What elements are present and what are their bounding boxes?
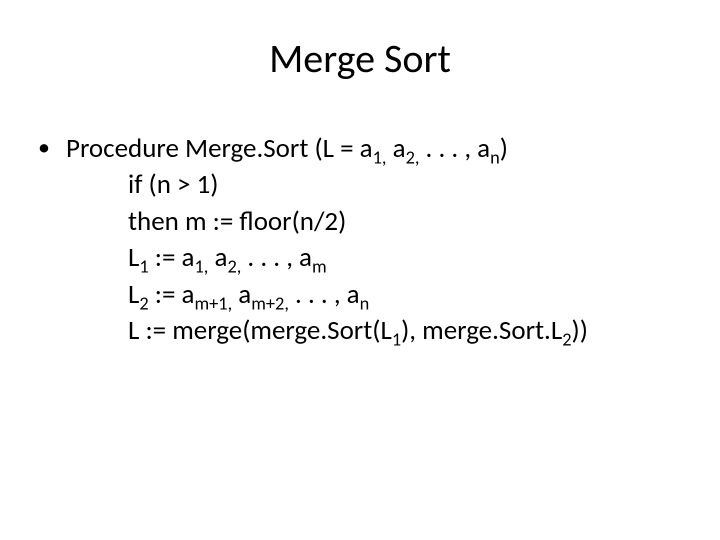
text: ), merge.Sort.L: [401, 314, 562, 347]
text: . . . , a: [241, 241, 312, 274]
slide-body: • Procedure Merge.Sort (L = a1, a2, . . …: [38, 131, 682, 350]
code-line-l1: L1 := a1, a2, . . . , am: [128, 240, 682, 276]
subscript: m+1,: [195, 292, 233, 314]
subscript: n: [360, 292, 370, 314]
text: Procedure Merge.Sort (L = a: [66, 132, 373, 165]
code-line-l2: L2 := am+1, am+2, . . . , an: [128, 277, 682, 313]
subscript: 2,: [406, 146, 420, 168]
code-line-merge: L := merge(merge.Sort(L1), merge.Sort.L2…: [128, 313, 682, 349]
bullet-item: • Procedure Merge.Sort (L = a1, a2, . . …: [38, 131, 682, 167]
procedure-signature: Procedure Merge.Sort (L = a1, a2, . . . …: [66, 131, 682, 167]
text: ): [500, 132, 508, 165]
slide-title: Merge Sort: [38, 34, 682, 83]
subscript: 1: [392, 329, 401, 351]
text: . . . , a: [419, 132, 490, 165]
text: := a: [149, 241, 195, 274]
subscript: 2: [562, 329, 571, 351]
bullet-marker: •: [38, 131, 66, 166]
subscript: m+2,: [251, 292, 289, 314]
text: a: [232, 278, 251, 311]
subscript: m: [312, 256, 327, 278]
subscript: 1,: [373, 146, 387, 168]
text: )): [572, 314, 588, 347]
code-line-then: then m := floor(n/2): [128, 204, 682, 240]
text: a: [208, 241, 227, 274]
subscript: 1: [139, 256, 148, 278]
text: L: [128, 241, 139, 274]
subscript: 2,: [227, 256, 241, 278]
subscript: 2: [139, 292, 148, 314]
text: . . . , a: [289, 278, 360, 311]
subscript: n: [490, 146, 500, 168]
text: L: [128, 278, 139, 311]
subscript: 1,: [195, 256, 209, 278]
text: := a: [149, 278, 195, 311]
code-line-if: if (n > 1): [128, 167, 682, 203]
slide: Merge Sort • Procedure Merge.Sort (L = a…: [0, 0, 720, 540]
text: a: [387, 132, 406, 165]
text: L := merge(merge.Sort(L: [128, 314, 392, 347]
